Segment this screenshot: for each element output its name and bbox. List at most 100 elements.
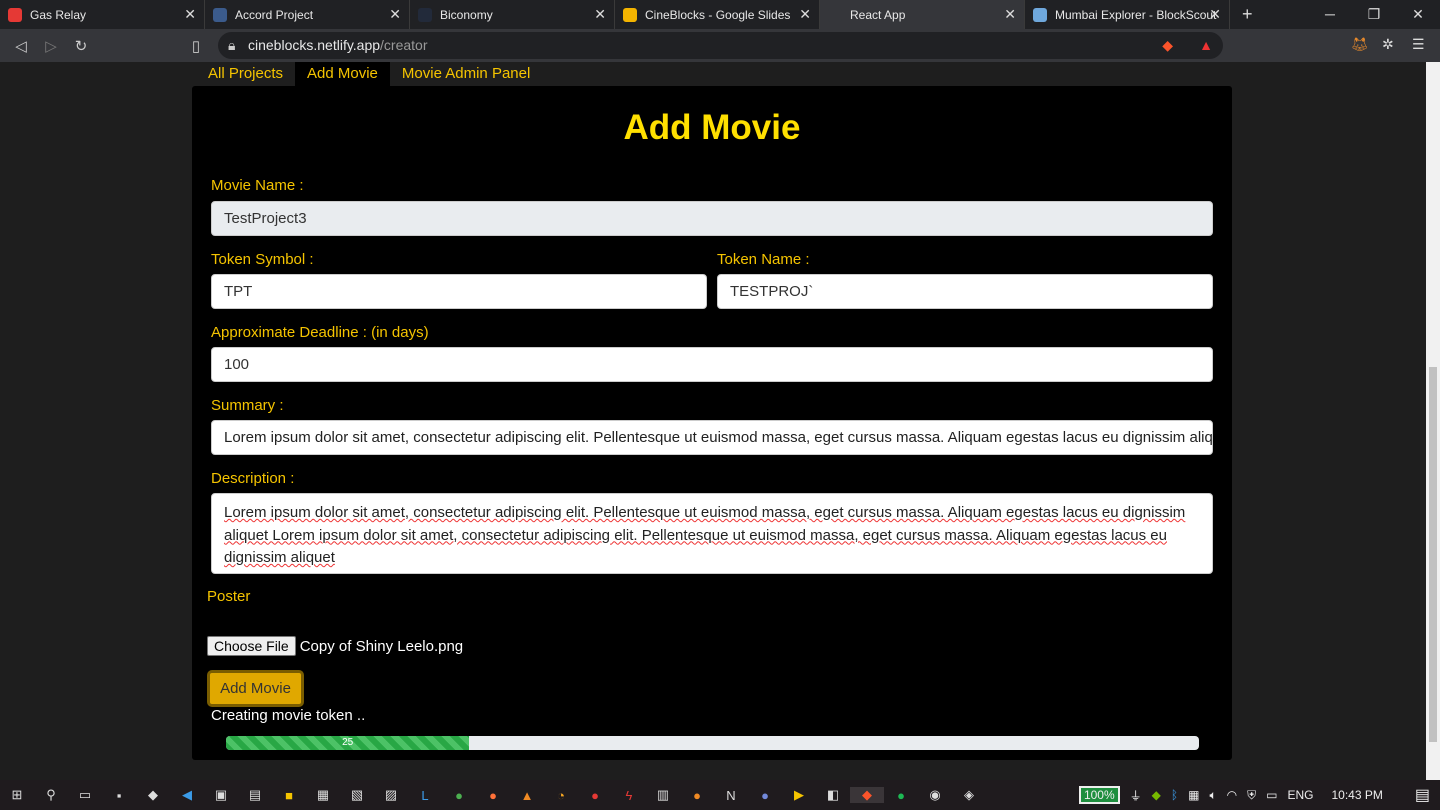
nav-all-projects[interactable]: All Projects	[196, 62, 295, 86]
forward-icon[interactable]: ▷	[36, 37, 66, 55]
new-tab-icon[interactable]: +	[1242, 4, 1253, 25]
brave-rewards-icon[interactable]: ▲	[1199, 32, 1213, 59]
app-icon[interactable]: L	[408, 788, 442, 803]
description-text: Lorem ipsum dolor sit amet, consectetur …	[224, 504, 1186, 566]
vscode-icon[interactable]: ◀	[170, 787, 204, 803]
favicon-icon	[828, 7, 842, 22]
app-icon[interactable]: ▣	[204, 787, 238, 803]
favicon-icon	[418, 7, 432, 22]
brave-icon[interactable]: ◆	[850, 787, 884, 803]
browser-tab[interactable]: Biconomy ✕	[410, 0, 615, 29]
bookmark-icon[interactable]: ▯	[181, 37, 211, 55]
close-tab-icon[interactable]: ✕	[594, 6, 606, 23]
spotify-icon[interactable]: ●	[884, 788, 918, 803]
notion-icon[interactable]: N	[714, 788, 748, 803]
browser-tab[interactable]: Accord Project ✕	[205, 0, 410, 29]
wifi-icon[interactable]: ◠	[1227, 788, 1237, 802]
add-movie-form: Add Movie Movie Name : TestProject3 Toke…	[192, 86, 1232, 760]
app-icon[interactable]: ▥	[646, 787, 680, 803]
summary-input[interactable]: Lorem ipsum dolor sit amet, consectetur …	[211, 420, 1213, 455]
minimize-icon[interactable]: ─	[1308, 0, 1352, 29]
app-icon[interactable]: ▤	[238, 787, 272, 803]
app-icon[interactable]: ▦	[1188, 788, 1199, 802]
choose-file-button[interactable]: Choose File	[207, 636, 296, 656]
nvidia-icon[interactable]: ◆	[1152, 788, 1161, 802]
extensions-icon[interactable]: ✲	[1382, 36, 1394, 53]
brave-shield-icon[interactable]: ◆	[1162, 32, 1173, 59]
movie-name-input[interactable]: TestProject3	[211, 201, 1213, 236]
terminal-icon[interactable]: ▪	[102, 788, 136, 803]
back-icon[interactable]: ◁	[6, 37, 36, 55]
task-view-icon[interactable]: ▭	[68, 787, 102, 803]
app-icon[interactable]: ●	[578, 788, 612, 803]
clock[interactable]: 10:43 PM	[1332, 788, 1383, 802]
app-icon[interactable]: ◈	[952, 787, 986, 803]
lock-icon: 🔒︎	[228, 37, 236, 53]
app-icon[interactable]: ▨	[374, 787, 408, 803]
deadline-input[interactable]: 100	[211, 347, 1213, 382]
plug-icon: ⏚	[1129, 788, 1142, 803]
favicon-icon	[8, 7, 22, 22]
menu-icon[interactable]: ☰	[1412, 36, 1425, 53]
battery-icon[interactable]: ▭	[1266, 788, 1277, 802]
browser-tab[interactable]: CineBlocks - Google Slides ✕	[615, 0, 820, 29]
window-controls: ─ ❐ ✕	[1308, 0, 1440, 29]
blender-icon[interactable]: ◔	[544, 788, 578, 803]
volume-icon[interactable]: 🔈︎	[1209, 788, 1216, 803]
token-symbol-label: Token Symbol :	[211, 251, 314, 268]
app-icon[interactable]: ϟ	[612, 788, 646, 803]
search-icon[interactable]: ⚲	[34, 787, 68, 803]
progress-bar: 25	[226, 736, 1199, 750]
vlc-icon[interactable]: ▲	[510, 788, 544, 803]
restore-icon[interactable]: ❐	[1352, 0, 1396, 29]
nav-movie-admin-panel[interactable]: Movie Admin Panel	[390, 62, 542, 86]
language-indicator[interactable]: ENG	[1287, 788, 1313, 802]
start-icon[interactable]: ⊞	[0, 787, 34, 803]
app-icon[interactable]: ▶	[782, 787, 816, 803]
poster-file-input[interactable]: Choose File Copy of Shiny Leelo.png	[207, 636, 463, 656]
tab-title: CineBlocks - Google Slides	[645, 7, 791, 22]
poster-label: Poster	[207, 588, 251, 605]
tab-title: Biconomy	[440, 7, 493, 22]
close-tab-icon[interactable]: ✕	[389, 6, 401, 23]
scrollbar[interactable]	[1426, 62, 1440, 780]
nav-add-movie[interactable]: Add Movie	[295, 62, 390, 86]
add-movie-button[interactable]: Add Movie	[207, 670, 304, 707]
metamask-icon[interactable]: 🦊︎	[1351, 36, 1369, 53]
battery-indicator[interactable]: 100%	[1078, 786, 1120, 804]
browser-toolbar: ◁ ▷ ↻ ▯ 🔒︎ cineblocks.netlify.app/creator…	[0, 29, 1440, 62]
steam-icon[interactable]: ◉	[918, 787, 952, 803]
app-icon[interactable]: ▦	[306, 787, 340, 803]
scrollbar-thumb[interactable]	[1429, 367, 1437, 742]
folder-icon[interactable]: ■	[272, 788, 306, 803]
browser-tab[interactable]: Mumbai Explorer - BlockScout ✕	[1025, 0, 1230, 29]
defender-icon[interactable]: ⛨	[1247, 788, 1256, 803]
firefox-icon[interactable]: ●	[476, 788, 510, 803]
bluetooth-icon[interactable]: ᛒ	[1171, 788, 1178, 802]
tab-title: Gas Relay	[30, 7, 87, 22]
close-tab-icon[interactable]: ✕	[184, 6, 196, 23]
token-symbol-input[interactable]: TPT	[211, 274, 707, 309]
token-name-input[interactable]: TESTPROJ`	[717, 274, 1213, 309]
close-tab-icon[interactable]: ✕	[1004, 6, 1016, 23]
app-icon[interactable]: ▧	[340, 787, 374, 803]
tab-title: Accord Project	[235, 7, 314, 22]
address-bar[interactable]: 🔒︎ cineblocks.netlify.app/creator ◆ ▲	[218, 32, 1223, 59]
git-icon[interactable]: ◆	[136, 787, 170, 803]
browser-tab[interactable]: Gas Relay ✕	[0, 0, 205, 29]
app-nav: All Projects Add Movie Movie Admin Panel	[196, 62, 542, 86]
description-label: Description :	[211, 470, 295, 487]
chrome-icon[interactable]: ●	[442, 788, 476, 803]
reload-icon[interactable]: ↻	[66, 37, 96, 55]
app-icon[interactable]: ◧	[816, 787, 850, 803]
close-window-icon[interactable]: ✕	[1396, 0, 1440, 29]
close-tab-icon[interactable]: ✕	[1209, 6, 1221, 23]
notifications-icon[interactable]: ▤	[1415, 785, 1430, 805]
summary-label: Summary :	[211, 397, 284, 414]
close-tab-icon[interactable]: ✕	[799, 6, 811, 23]
app-icon[interactable]: ●	[680, 788, 714, 803]
description-textarea[interactable]: Lorem ipsum dolor sit amet, consectetur …	[211, 493, 1213, 574]
browser-tab[interactable]: React App ✕	[820, 0, 1025, 29]
tab-title: React App	[850, 7, 906, 22]
discord-icon[interactable]: ●	[748, 788, 782, 803]
